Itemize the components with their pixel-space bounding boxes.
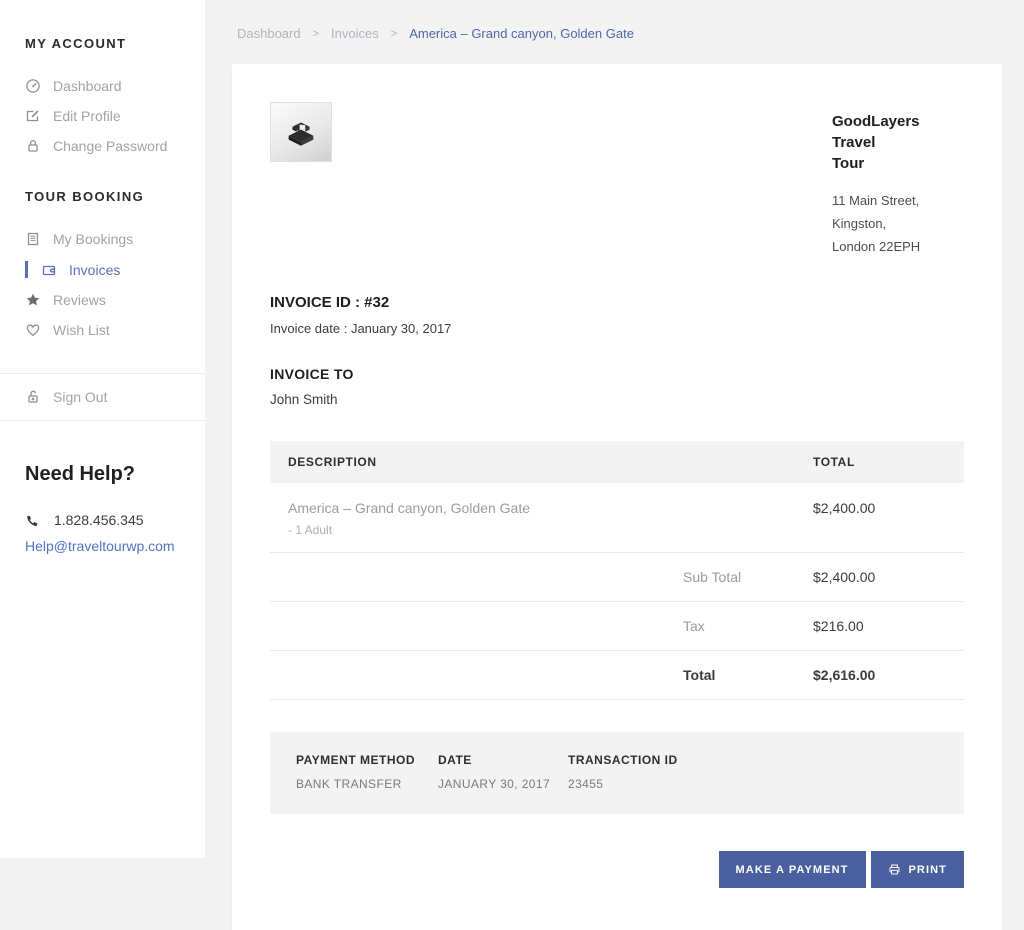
invoice-actions: MAKE A PAYMENT PRINT [270, 851, 964, 888]
company-name: GoodLayers Travel Tour [832, 111, 964, 174]
column-header-description: DESCRIPTION [288, 455, 813, 469]
my-account-heading: MY ACCOUNT [25, 36, 205, 51]
invoice-id: INVOICE ID : #32 [270, 294, 964, 311]
sidebar-item-my-bookings[interactable]: My Bookings [0, 224, 205, 254]
invoice-table: DESCRIPTION TOTAL America – Grand canyon… [270, 441, 964, 700]
transaction-id-label: TRANSACTION ID [568, 753, 938, 767]
breadcrumb-dashboard[interactable]: Dashboard [237, 26, 301, 41]
transaction-id-value: 23455 [568, 777, 938, 791]
tax-row: Tax $216.00 [270, 602, 964, 651]
lock-icon [25, 138, 41, 154]
sidebar-item-dashboard[interactable]: Dashboard [0, 71, 205, 101]
sidebar-item-label: Sign Out [53, 389, 107, 405]
column-header-total: TOTAL [813, 455, 946, 469]
need-help-section: Need Help? 1.828.456.345 Help@traveltour… [0, 421, 205, 556]
total-value: $2,616.00 [813, 667, 946, 683]
heart-icon [25, 322, 41, 338]
company-info: GoodLayers Travel Tour 11 Main Street, K… [832, 102, 964, 258]
sidebar-item-label: Change Password [53, 138, 167, 154]
print-button[interactable]: PRINT [871, 851, 965, 888]
transaction-id-column: TRANSACTION ID 23455 [568, 753, 938, 791]
sidebar-item-reviews[interactable]: Reviews [0, 285, 205, 315]
sidebar-item-label: Invoices [69, 262, 120, 278]
sidebar-item-invoices[interactable]: Invoices [0, 254, 205, 285]
make-a-payment-label: MAKE A PAYMENT [736, 864, 849, 876]
tax-value: $216.00 [813, 618, 946, 634]
invoice-date: Invoice date : January 30, 2017 [270, 321, 964, 336]
help-phone-row: 1.828.456.345 [25, 512, 180, 528]
tour-booking-menu: My Bookings Invoices Reviews [0, 224, 205, 345]
table-row: America – Grand canyon, Golden Gate - 1 … [270, 483, 964, 553]
subtotal-label: Sub Total [683, 569, 813, 585]
sidebar-item-label: Dashboard [53, 78, 122, 94]
edit-icon [25, 108, 41, 124]
sidebar-item-label: My Bookings [53, 231, 133, 247]
breadcrumb: Dashboard > Invoices > America – Grand c… [232, 26, 1002, 41]
sign-out-unlock-icon [25, 389, 41, 405]
payment-method-column: PAYMENT METHOD BANK TRANSFER [296, 753, 438, 791]
company-address: 11 Main Street, Kingston, London 22EPH [832, 190, 964, 258]
breadcrumb-separator: > [313, 28, 319, 40]
phone-icon [25, 513, 40, 528]
payment-date-column: DATE JANUARY 30, 2017 [438, 753, 568, 791]
payment-date-value: JANUARY 30, 2017 [438, 777, 568, 791]
breadcrumb-current-page: America – Grand canyon, Golden Gate [409, 26, 634, 41]
breadcrumb-separator: > [391, 28, 397, 40]
total-row: Total $2,616.00 [270, 651, 964, 700]
bookings-icon [25, 231, 41, 247]
tax-label: Tax [683, 618, 813, 634]
help-email-link[interactable]: Help@traveltourwp.com [25, 538, 175, 554]
subtotal-value: $2,400.00 [813, 569, 946, 585]
sidebar-item-label: Edit Profile [53, 108, 121, 124]
goodlayers-logo-icon [281, 113, 321, 151]
subtotal-row: Sub Total $2,400.00 [270, 553, 964, 602]
need-help-heading: Need Help? [25, 463, 180, 486]
line-item-detail: - 1 Adult [288, 523, 813, 537]
sign-out-section: Sign Out [0, 373, 205, 421]
sidebar-item-wish-list[interactable]: Wish List [0, 315, 205, 345]
breadcrumb-invoices[interactable]: Invoices [331, 26, 379, 41]
total-label: Total [683, 667, 813, 683]
invoice-icon [41, 262, 57, 278]
printer-icon [888, 863, 901, 876]
company-logo [270, 102, 332, 162]
line-item-total: $2,400.00 [813, 500, 946, 516]
line-item-description: America – Grand canyon, Golden Gate - 1 … [288, 500, 813, 537]
invoice-to-name: John Smith [270, 392, 964, 407]
line-item-title: America – Grand canyon, Golden Gate [288, 500, 813, 516]
invoice-header: GoodLayers Travel Tour 11 Main Street, K… [270, 102, 964, 258]
make-a-payment-button[interactable]: MAKE A PAYMENT [719, 851, 866, 888]
payment-date-label: DATE [438, 753, 568, 767]
payment-method-value: BANK TRANSFER [296, 777, 438, 791]
print-label: PRINT [909, 864, 948, 876]
sidebar-item-label: Reviews [53, 292, 106, 308]
tour-booking-heading: TOUR BOOKING [25, 189, 205, 204]
help-phone-number: 1.828.456.345 [54, 512, 144, 528]
payment-method-label: PAYMENT METHOD [296, 753, 438, 767]
sidebar-item-edit-profile[interactable]: Edit Profile [0, 101, 205, 131]
active-indicator-bar [25, 261, 28, 278]
invoice-to-heading: INVOICE TO [270, 366, 964, 382]
star-icon [25, 292, 41, 308]
sidebar-item-label: Wish List [53, 322, 110, 338]
invoice-card: GoodLayers Travel Tour 11 Main Street, K… [232, 64, 1002, 930]
sidebar-item-change-password[interactable]: Change Password [0, 131, 205, 161]
payment-info-box: PAYMENT METHOD BANK TRANSFER DATE JANUAR… [270, 732, 964, 814]
sidebar-item-sign-out[interactable]: Sign Out [0, 385, 205, 409]
main-content: Dashboard > Invoices > America – Grand c… [205, 0, 1024, 858]
dashboard-icon [25, 78, 41, 94]
my-account-menu: Dashboard Edit Profile Change Password [0, 71, 205, 161]
invoice-table-header: DESCRIPTION TOTAL [270, 441, 964, 483]
account-sidebar: MY ACCOUNT Dashboard Edit Profile [0, 0, 205, 858]
